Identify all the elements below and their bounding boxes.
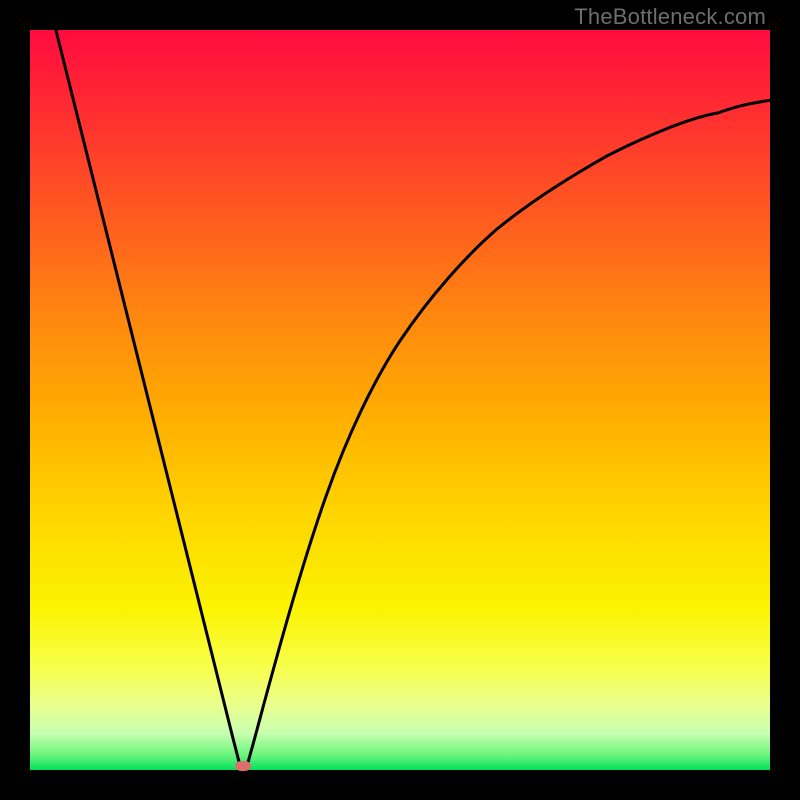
plot-area	[30, 30, 770, 770]
watermark-text: TheBottleneck.com	[574, 4, 766, 30]
minimum-marker	[235, 761, 251, 771]
chart-frame: TheBottleneck.com	[0, 0, 800, 800]
curve-left-branch	[56, 30, 240, 766]
curve-right-branch	[247, 100, 770, 766]
bottleneck-curve	[30, 30, 770, 770]
